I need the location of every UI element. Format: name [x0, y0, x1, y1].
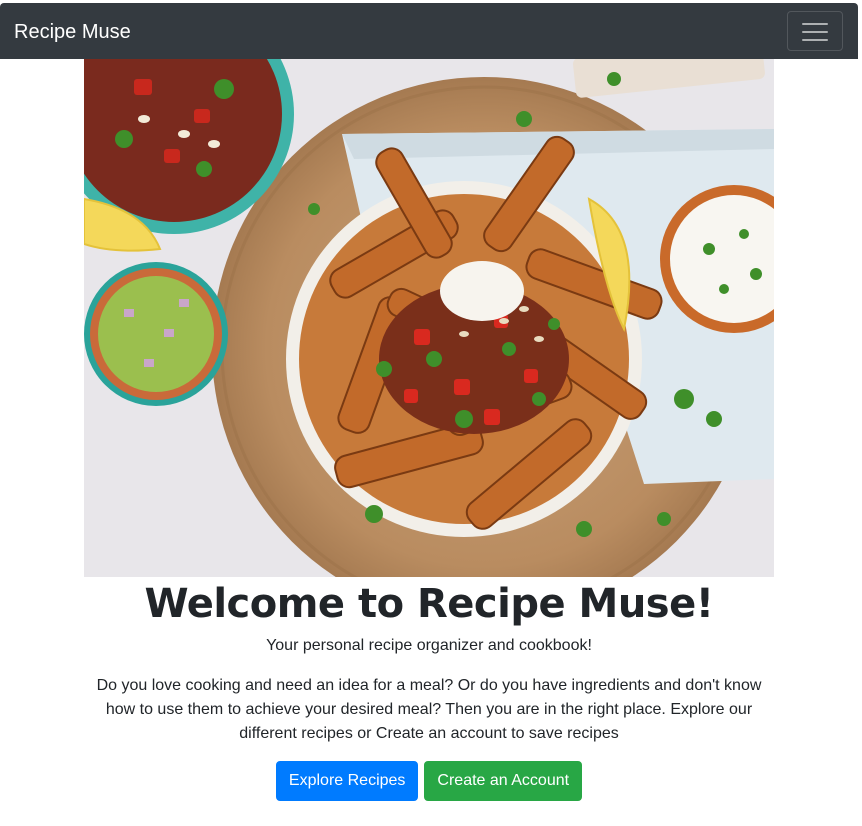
- page-subtitle: Your personal recipe organizer and cookb…: [266, 637, 592, 654]
- navbar: Recipe Muse: [0, 3, 858, 59]
- hero-image: [84, 59, 774, 577]
- create-account-button[interactable]: Create an Account: [424, 761, 583, 801]
- explore-recipes-button[interactable]: Explore Recipes: [275, 761, 419, 801]
- page-title: Welcome to Recipe Muse!: [144, 581, 715, 627]
- food-bowl-photo: [84, 59, 774, 577]
- navbar-brand[interactable]: Recipe Muse: [14, 20, 131, 44]
- intro-description: Do you love cooking and need an idea for…: [96, 677, 762, 742]
- navbar-toggler-button[interactable]: [787, 11, 843, 51]
- cta-button-group: Explore Recipes Create an Account: [0, 761, 858, 801]
